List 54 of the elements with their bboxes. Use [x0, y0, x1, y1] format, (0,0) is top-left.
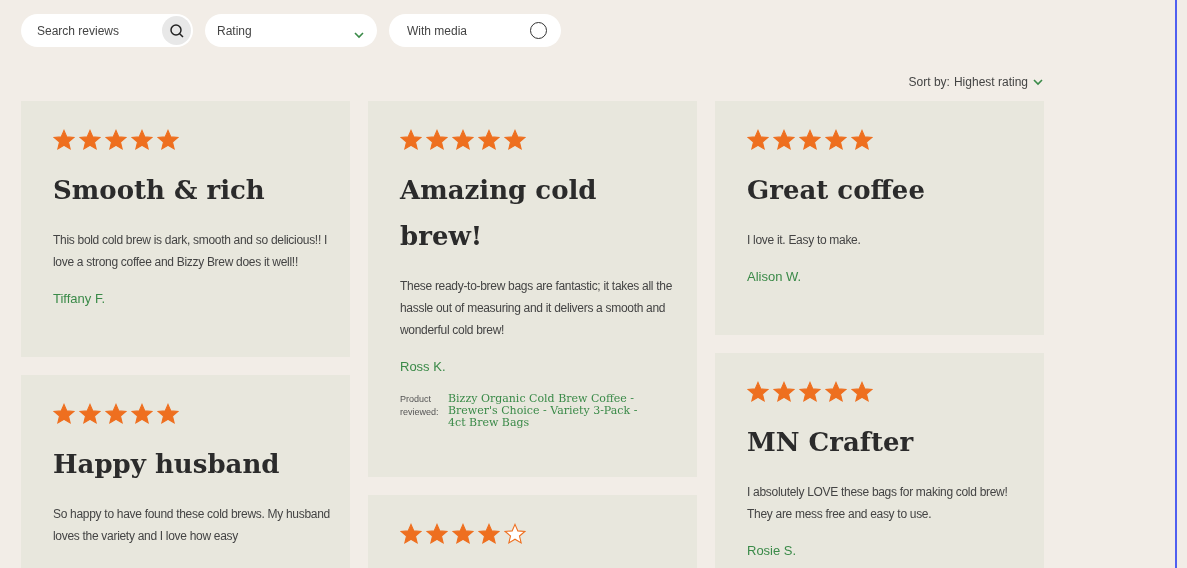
review-title: Amazing cold brew!	[400, 174, 598, 253]
reviewer-name: Ross K.	[400, 358, 447, 376]
search-icon[interactable]	[162, 16, 191, 45]
star-icon	[747, 380, 769, 403]
reviewer-name: Alison W.	[747, 268, 803, 286]
review-text: I love it. Easy to make.	[747, 232, 862, 249]
star-icon	[851, 380, 873, 403]
review-title: Great coffee	[747, 174, 926, 207]
search-bar[interactable]: Search reviews	[21, 14, 193, 47]
star-icon	[452, 522, 474, 545]
star-icon	[851, 129, 873, 151]
reviewer-name: Tiffany F.	[53, 290, 107, 308]
review-text: This bold cold brew is dark, smooth and so delicious!! I love a strong coffee and Bizzy Brew does it well!!	[53, 232, 328, 271]
star-icon	[79, 402, 101, 425]
star-icon	[53, 129, 75, 151]
star-icon	[131, 129, 153, 151]
product-link[interactable]: Bizzy Organic Cold Brew Coffee - Brewer's Choice - Variety 3-Pack - 4ct Brew Bags	[448, 392, 658, 429]
review-text: These ready-to-brew bags are fantastic; it takes all the hassle out of measuring and it delivers a smooth and wonderful cold brew!	[400, 278, 673, 339]
star-icon	[157, 402, 179, 425]
star-icon	[478, 522, 500, 545]
star-outline-icon	[504, 522, 526, 545]
star-icon	[452, 129, 474, 151]
sort-label: Sort by:	[908, 74, 950, 91]
star-icon	[400, 522, 422, 545]
star-icon	[747, 129, 769, 151]
product-label: Product reviewed:	[400, 392, 440, 419]
rating-dropdown[interactable]: Rating	[205, 14, 377, 47]
review-title: Smooth & rich	[53, 174, 266, 207]
star-icon	[799, 129, 821, 151]
search-field[interactable]: Search reviews	[37, 21, 157, 40]
star-icon	[825, 129, 847, 151]
reviewer-name: Rosie S.	[747, 541, 798, 560]
star-icon	[53, 402, 75, 425]
star-icon	[504, 129, 526, 151]
star-icon	[825, 380, 847, 403]
star-icon	[131, 402, 153, 425]
star-icon	[105, 129, 127, 151]
star-icon	[773, 129, 795, 151]
review-text: So happy to have found these cold brews. My husband loves the variety and I love how easy	[53, 505, 330, 545]
with-media-toggle[interactable]: With media	[389, 14, 561, 47]
chevron-down-icon	[1032, 76, 1044, 88]
star-icon	[426, 522, 448, 545]
star-icon	[773, 380, 795, 403]
review-title: MN Crafter	[747, 425, 915, 459]
star-icon	[799, 380, 821, 403]
star-icon	[79, 129, 101, 151]
review-title: Happy husband	[53, 447, 281, 481]
star-icon	[400, 129, 422, 151]
star-icon	[157, 129, 179, 151]
star-icon	[426, 129, 448, 151]
star-icon	[105, 402, 127, 425]
review-text: I absolutely LOVE these bags for making cold brew! They are mess free and easy to use.	[747, 483, 1009, 523]
sort-dropdown[interactable]: Highest rating	[953, 73, 1044, 91]
star-icon	[478, 129, 500, 151]
